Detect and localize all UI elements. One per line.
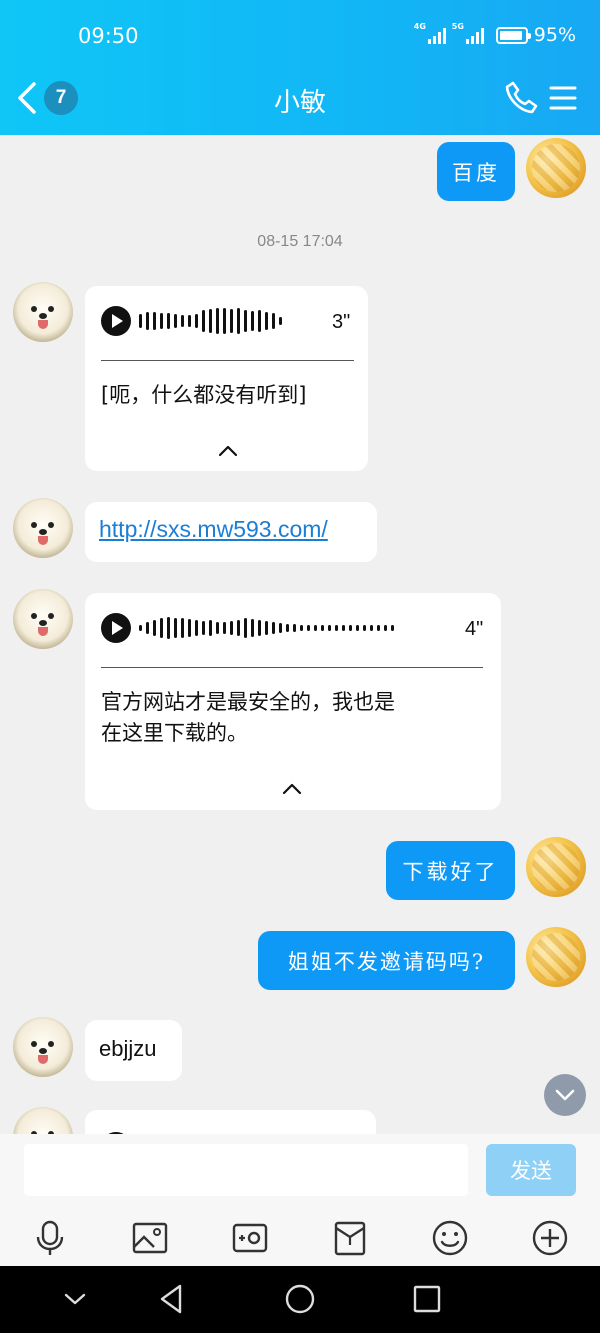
- avatar[interactable]: [526, 927, 586, 987]
- message-list[interactable]: 百度 08-15 17:04 3" [呃，什么都没有听到] http://sxs…: [0, 135, 600, 1134]
- voice-transcript-line: 官方网站才是最安全的，我也是: [101, 690, 395, 714]
- message-bubble-received[interactable]: ebjjzu: [85, 1020, 182, 1081]
- message-bubble-sent[interactable]: 姐姐不发邀请码吗?: [258, 931, 515, 990]
- emoji-icon[interactable]: [430, 1218, 470, 1258]
- message-text: 百度: [452, 160, 500, 185]
- send-button[interactable]: 发送: [486, 1144, 576, 1196]
- voice-transcript: [呃，什么都没有听到]: [101, 383, 307, 407]
- signal-icon: 4G: [414, 22, 446, 44]
- signal-icon: 5G: [452, 22, 484, 44]
- system-navigation-bar: [0, 1266, 600, 1333]
- camera-icon[interactable]: [230, 1218, 270, 1258]
- avatar[interactable]: [13, 1017, 73, 1077]
- voice-duration: 4": [465, 618, 484, 640]
- signal-type-label: 5G: [451, 22, 464, 31]
- phone-icon[interactable]: [504, 80, 538, 114]
- menu-icon[interactable]: [548, 84, 578, 112]
- avatar[interactable]: [526, 138, 586, 198]
- message-timestamp: 08-15 17:04: [257, 233, 343, 250]
- red-packet-icon[interactable]: [330, 1218, 370, 1258]
- chat-header: 09:50 4G 5G 95% 7 小敏: [0, 0, 600, 135]
- chevron-down-icon[interactable]: [58, 1282, 92, 1316]
- message-text: 下载好了: [402, 859, 499, 884]
- avatar[interactable]: [526, 837, 586, 897]
- voice-waveform: [139, 306, 282, 336]
- chevron-up-icon[interactable]: [218, 444, 238, 458]
- avatar[interactable]: [13, 498, 73, 558]
- message-bubble-sent[interactable]: 百度: [437, 142, 515, 201]
- voice-waveform: [139, 613, 394, 643]
- message-text: 姐姐不发邀请码吗?: [287, 949, 486, 974]
- voice-transcript-line: 在这里下载的。: [101, 721, 248, 745]
- play-icon[interactable]: [101, 306, 131, 336]
- message-input[interactable]: [24, 1144, 468, 1196]
- scroll-to-bottom-button[interactable]: [544, 1074, 586, 1116]
- status-bar: 09:50 4G 5G 95%: [0, 22, 600, 52]
- message-text: ebjjzu: [99, 1036, 157, 1061]
- voice-duration: 3": [332, 311, 351, 333]
- link-message-bubble[interactable]: http://sxs.mw593.com/: [85, 502, 377, 562]
- chevron-down-icon: [555, 1089, 575, 1101]
- avatar[interactable]: [13, 1107, 73, 1134]
- plus-icon[interactable]: [530, 1218, 570, 1258]
- voice-message-bubble[interactable]: [85, 1110, 376, 1134]
- play-icon[interactable]: [101, 613, 131, 643]
- voice-message-bubble[interactable]: 3" [呃，什么都没有听到]: [85, 286, 368, 471]
- microphone-icon[interactable]: [30, 1218, 70, 1258]
- battery-icon: [495, 26, 531, 44]
- message-bubble-sent[interactable]: 下载好了: [386, 841, 515, 900]
- voice-message-bubble[interactable]: 4" 官方网站才是最安全的，我也是 在这里下载的。: [85, 593, 501, 810]
- image-icon[interactable]: [130, 1218, 170, 1258]
- battery-percent: 95%: [533, 24, 576, 46]
- recents-square-icon[interactable]: [410, 1282, 444, 1316]
- chevron-up-icon[interactable]: [282, 782, 302, 796]
- home-circle-icon[interactable]: [283, 1282, 317, 1316]
- status-time: 09:50: [78, 24, 139, 48]
- message-link[interactable]: http://sxs.mw593.com/: [99, 516, 328, 543]
- avatar[interactable]: [13, 282, 73, 342]
- avatar[interactable]: [13, 589, 73, 649]
- signal-type-label: 4G: [413, 22, 426, 31]
- back-triangle-icon[interactable]: [155, 1282, 189, 1316]
- composer-bar: 发送: [0, 1134, 600, 1266]
